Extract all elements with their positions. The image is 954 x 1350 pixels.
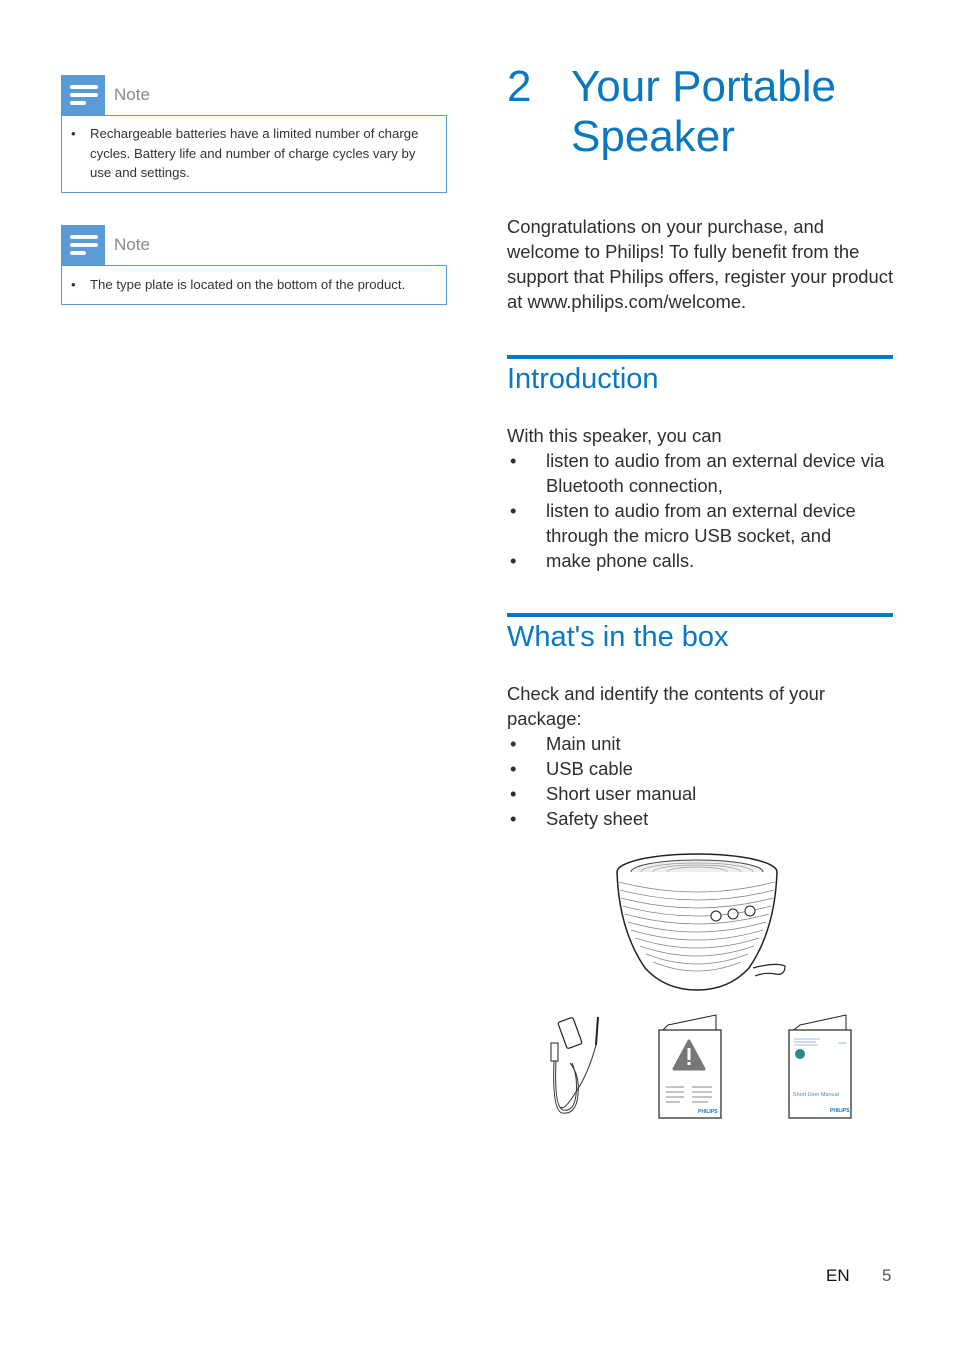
list-item-text: listen to audio from an external device … [546,450,885,496]
section-divider [507,355,893,359]
list-item: • make phone calls. [507,548,893,573]
list-item-text: make phone calls. [546,550,695,571]
note-header: Note [61,75,447,115]
section-divider [507,613,893,617]
note-title: Note [114,235,150,254]
list-item: • Short user manual [507,781,847,806]
note-body: • Rechargeable batteries have a limited … [61,115,447,193]
intro-paragraph: Congratulations on your purchase, and we… [507,216,894,312]
note-text: The type plate is located on the bottom … [90,277,406,292]
bullet: • [71,126,76,141]
list-item: • USB cable [507,756,847,781]
bullet: • [510,450,517,471]
list-item-text: Short user manual [546,783,697,804]
manual-title-label: Short User Manual [793,1092,839,1098]
bullet: • [510,500,517,521]
list-item-text: USB cable [546,758,633,779]
list-item-text: Safety sheet [546,808,649,829]
section-title-whats-in-box: What's in the box [507,621,729,653]
list-item: • listen to audio from an external device… [507,498,893,548]
note-box-type-plate: Note • The type plate is located on the … [61,225,447,305]
introduction-lead: With this speaker, you can [507,425,722,446]
note-text: Rechargeable batteries have a limited nu… [90,126,419,180]
short-user-manual-illustration: Short User Manual PHILIPS [788,1014,852,1119]
bullet: • [510,783,517,804]
bullet: • [510,758,517,779]
list-item: • Main unit [507,731,847,756]
note-icon [61,225,105,265]
bullet: • [71,277,76,292]
box-contents-list: • Main unit • USB cable • Short user manual… [507,731,847,831]
section-title-introduction: Introduction [507,363,659,395]
page-number: 5 [882,1266,892,1285]
list-item-text: Main unit [546,733,621,754]
note-title: Note [114,85,150,104]
note-box-batteries: Note • Rechargeable batteries have a lim… [61,75,447,193]
whats-in-box-content: Check and identify the contents of your … [507,681,847,831]
note-icon [61,75,105,115]
introduction-content: With this speaker, you can • listen to au… [507,423,893,573]
whats-in-box-lead: Check and identify the contents of your … [507,683,825,729]
note-body: • The type plate is located on the botto… [61,265,447,305]
bullet: • [510,550,517,571]
list-item: • listen to audio from an external device… [507,448,893,498]
footer-language: EN [826,1266,850,1285]
safety-sheet-illustration: PHILIPS [658,1014,722,1119]
note-header: Note [61,225,447,265]
list-item: • Safety sheet [507,806,847,831]
list-item-text: listen to audio from an external device … [546,500,856,546]
chapter-title: Your Portable Speaker [571,62,837,161]
speaker-illustration: PHILIPS [616,853,786,991]
bullet: • [510,733,517,754]
introduction-list: • listen to audio from an external device… [507,448,893,573]
usb-cable-illustration [550,1016,599,1114]
box-contents-illustration: PHILIPS Short User Manual PHILIPS [530,845,870,1125]
safety-sheet-brand: PHILIPS [698,1109,718,1115]
bullet: • [510,808,517,829]
manual-brand: PHILIPS [830,1108,850,1114]
chapter-number: 2 [507,62,532,111]
